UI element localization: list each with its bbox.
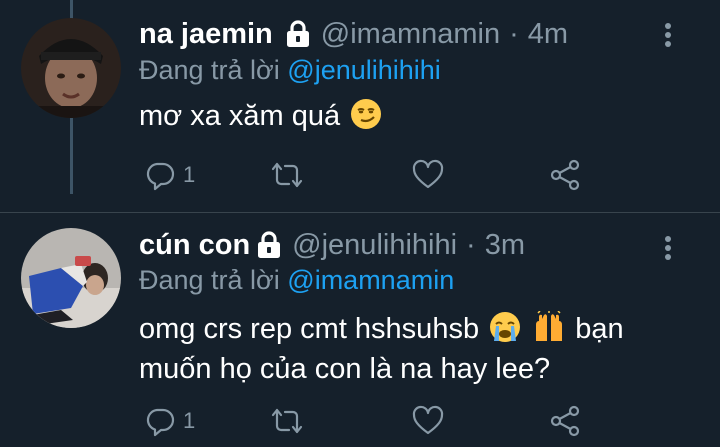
- tweet-text-content: mơ xa xăm quá: [139, 100, 341, 132]
- loudly-crying-face-emoji: [489, 311, 521, 343]
- tweet-actions: 1: [139, 155, 599, 195]
- more-vertical-icon[interactable]: [664, 235, 672, 261]
- reply-count: 1: [183, 408, 196, 433]
- reply-count: 1: [183, 162, 196, 187]
- timestamp[interactable]: 4m: [528, 18, 568, 51]
- tweet[interactable]: cún con @jenulihihihi · 3m Đang trả lời …: [0, 213, 720, 447]
- timestamp[interactable]: 3m: [485, 229, 525, 262]
- handle[interactable]: @jenulihihihi: [292, 229, 457, 262]
- avatar[interactable]: [21, 18, 121, 118]
- replying-to-label: Đang trả lời: [139, 55, 280, 85]
- mention-link[interactable]: @jenulihihihi: [287, 55, 441, 85]
- reply-button[interactable]: 1: [143, 155, 195, 195]
- retweet-icon: [271, 162, 303, 188]
- replying-to: Đang trả lời @jenulihihihi: [139, 55, 441, 86]
- heart-icon: [412, 159, 444, 189]
- share-icon: [550, 159, 580, 191]
- replying-to-label: Đang trả lời: [139, 265, 280, 295]
- lock-icon: [256, 231, 282, 259]
- retweet-button[interactable]: [270, 155, 304, 195]
- tweet-text: mơ xa xăm quá: [139, 96, 679, 136]
- share-icon: [550, 405, 580, 437]
- tweet-text: omg crs rep cmt hshsuhsb bạn muốn họ của…: [139, 309, 679, 389]
- tweet[interactable]: na jaemin @imamnamin · 4m Đang trả lời @…: [0, 0, 720, 212]
- heart-icon: [412, 405, 444, 435]
- mention-link[interactable]: @imamnamin: [287, 265, 454, 295]
- tweet-header: cún con @jenulihihihi · 3m: [139, 225, 525, 265]
- retweet-button[interactable]: [270, 401, 304, 441]
- avatar[interactable]: [21, 228, 121, 328]
- tweet-actions: 1: [139, 401, 599, 441]
- raising-hands-emoji: [533, 310, 565, 343]
- reply-icon: [146, 408, 175, 437]
- retweet-icon: [271, 408, 303, 434]
- display-name[interactable]: na jaemin: [139, 18, 273, 51]
- like-button[interactable]: [411, 401, 445, 441]
- lock-icon: [285, 20, 311, 48]
- replying-to: Đang trả lời @imamnamin: [139, 265, 454, 296]
- share-button[interactable]: [548, 155, 582, 195]
- display-name[interactable]: cún con: [139, 229, 250, 262]
- like-button[interactable]: [411, 155, 445, 195]
- more-vertical-icon[interactable]: [664, 22, 672, 48]
- tweet-text-content: omg crs rep cmt hshsuhsb: [139, 313, 480, 345]
- handle[interactable]: @imamnamin: [321, 18, 500, 51]
- separator: ·: [466, 228, 476, 261]
- tweet-header: na jaemin @imamnamin · 4m: [139, 14, 568, 54]
- smirking-face-emoji: [350, 98, 382, 130]
- reply-button[interactable]: 1: [143, 401, 195, 441]
- share-button[interactable]: [548, 401, 582, 441]
- reply-timeline: na jaemin @imamnamin · 4m Đang trả lời @…: [0, 0, 720, 447]
- separator: ·: [509, 17, 519, 50]
- reply-icon: [146, 162, 175, 191]
